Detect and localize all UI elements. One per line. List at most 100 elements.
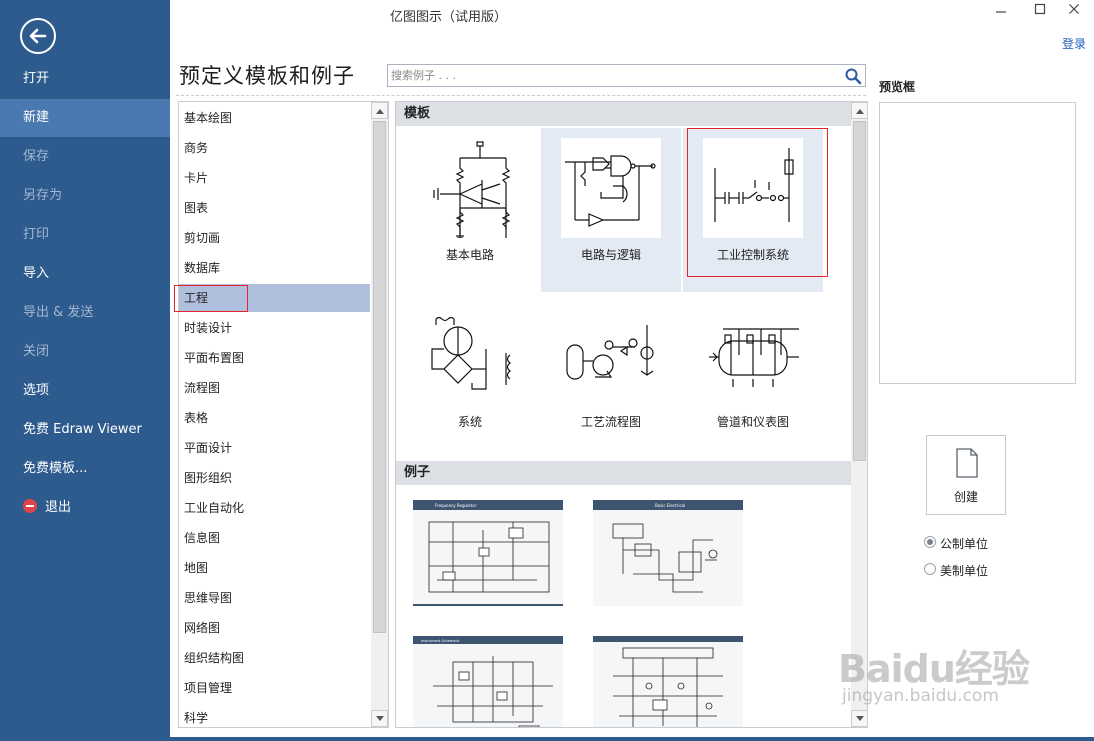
example-thumbnail[interactable] [593, 636, 743, 727]
menu-new[interactable]: 新建 [0, 99, 170, 137]
radio-label: 美制单位 [940, 564, 989, 578]
menu-free-templates[interactable]: 免费模板... [0, 450, 170, 488]
category-item[interactable]: 地图 [179, 554, 370, 582]
preview-label: 预览框 [879, 80, 916, 94]
example-caption: Instrument Schematic [421, 639, 460, 643]
example-diagram: Instrument Schematic [413, 636, 563, 727]
menu-import[interactable]: 导入 [0, 255, 170, 293]
template-card[interactable]: 电路与逻辑 [541, 128, 681, 292]
circuit-logic-thumbnail [561, 138, 661, 238]
window-title: 亿图图示（试用版） [390, 10, 508, 25]
category-item[interactable]: 卡片 [179, 164, 370, 192]
template-label: 系统 [457, 415, 482, 429]
scroll-down-icon[interactable] [851, 710, 867, 727]
create-label: 创建 [953, 490, 978, 504]
template-card[interactable]: 管道和仪表图 [683, 295, 823, 459]
category-item[interactable]: 流程图 [179, 374, 370, 402]
document-icon [956, 448, 978, 478]
category-scrollbar[interactable] [371, 102, 388, 727]
example-thumbnail[interactable]: Frequency Regulator [413, 500, 563, 606]
radio-selected-icon [924, 536, 936, 548]
menu-export-send: 导出 & 发送 [23, 305, 94, 320]
menu-open[interactable]: 打开 [0, 60, 170, 98]
template-card[interactable]: 工业控制系统 [683, 128, 823, 292]
category-item[interactable]: 信息图 [179, 524, 370, 552]
divider [176, 95, 866, 96]
search-box [387, 64, 866, 87]
category-item[interactable]: 表格 [179, 404, 370, 432]
scroll-up-icon[interactable] [371, 102, 388, 119]
category-item[interactable]: 时装设计 [179, 314, 370, 342]
example-diagram: Basic Electrical [593, 500, 743, 593]
page-title: 预定义模板和例子 [179, 64, 355, 88]
login-link[interactable]: 登录 [1062, 35, 1086, 52]
search-icon[interactable] [844, 67, 862, 85]
example-diagram [593, 636, 743, 727]
category-list: 基本绘图 商务 卡片 图表 剪切画 数据库 工程 时装设计 平面布置图 流程图 … [178, 101, 389, 728]
example-caption: Basic Electrical [655, 503, 685, 508]
template-label: 工艺流程图 [580, 415, 641, 429]
category-item[interactable]: 平面设计 [179, 434, 370, 462]
scroll-up-icon[interactable] [851, 102, 867, 119]
category-item[interactable]: 商务 [179, 134, 370, 162]
menu-options[interactable]: 选项 [0, 372, 170, 410]
template-label: 基本电路 [445, 248, 494, 262]
example-diagram: Frequency Regulator [413, 500, 563, 606]
radio-label: 公制单位 [940, 537, 989, 551]
minimize-icon[interactable] [986, 2, 1016, 22]
preview-box [879, 102, 1076, 384]
category-item[interactable]: 组织结构图 [179, 644, 370, 672]
menu-exit-label: 退出 [45, 500, 72, 515]
piping-instrument-thumbnail [703, 305, 803, 405]
maximize-icon[interactable] [1025, 2, 1055, 22]
template-card[interactable]: 工艺流程图 [541, 295, 681, 459]
menu-print: 打印 [23, 227, 50, 242]
process-flow-thumbnail [561, 305, 661, 405]
scroll-down-icon[interactable] [371, 710, 388, 727]
exit-icon [23, 499, 37, 513]
category-item[interactable]: 数据库 [179, 254, 370, 282]
search-input[interactable] [388, 65, 838, 86]
template-label: 工业控制系统 [716, 248, 789, 262]
category-item[interactable]: 图形组织 [179, 464, 370, 492]
create-button[interactable]: 创建 [926, 435, 1006, 515]
category-item[interactable]: 剪切画 [179, 224, 370, 252]
menu-exit[interactable]: 退出 [0, 489, 170, 527]
section-header-examples: 例子 [396, 461, 852, 485]
template-card[interactable]: 系统 [400, 295, 540, 459]
category-item[interactable]: 基本绘图 [179, 104, 370, 132]
menu-free-viewer[interactable]: 免费 Edraw Viewer [0, 411, 170, 449]
bottom-bar [0, 737, 1094, 741]
menu-save: 保存 [23, 149, 50, 164]
example-caption: Frequency Regulator [435, 503, 477, 508]
category-item[interactable]: 图表 [179, 194, 370, 222]
template-gallery: 模板 基本电路 电路与逻辑 工业控制系统 系统 工艺流程图 管道和仪表图 例子 … [395, 101, 868, 728]
category-item[interactable]: 平面布置图 [179, 344, 370, 372]
system-thumbnail [420, 305, 520, 405]
scroll-thumb[interactable] [373, 121, 386, 633]
section-header-templates: 模板 [396, 102, 852, 126]
sidebar: 打开 新建 保存 另存为 打印 导入 导出 & 发送 关闭 选项 免费 Edra… [0, 0, 170, 741]
menu-save-as: 另存为 [23, 188, 63, 203]
watermark: Baidu经验 jingyan.baidu.com [838, 628, 1078, 718]
template-label: 管道和仪表图 [716, 415, 789, 429]
category-item[interactable]: 思维导图 [179, 584, 370, 612]
close-icon[interactable] [1059, 2, 1089, 22]
radio-unselected-icon [924, 563, 936, 575]
category-item[interactable]: 科学 [179, 704, 370, 727]
category-item[interactable]: 项目管理 [179, 674, 370, 702]
example-thumbnail[interactable]: Instrument Schematic [413, 636, 563, 727]
industrial-control-thumbnail [703, 138, 803, 238]
category-item-selected[interactable]: 工程 [179, 284, 370, 312]
example-thumbnail[interactable]: Basic Electrical [593, 500, 743, 606]
template-label: 电路与逻辑 [580, 248, 641, 262]
back-button[interactable] [20, 18, 56, 54]
category-item[interactable]: 工业自动化 [179, 494, 370, 522]
back-arrow-icon [29, 28, 47, 44]
menu-close: 关闭 [23, 344, 50, 359]
gallery-scrollbar[interactable] [851, 102, 867, 727]
template-card[interactable]: 基本电路 [400, 128, 540, 292]
scroll-thumb[interactable] [853, 121, 866, 461]
basic-circuit-thumbnail [420, 138, 520, 238]
category-item[interactable]: 网络图 [179, 614, 370, 642]
